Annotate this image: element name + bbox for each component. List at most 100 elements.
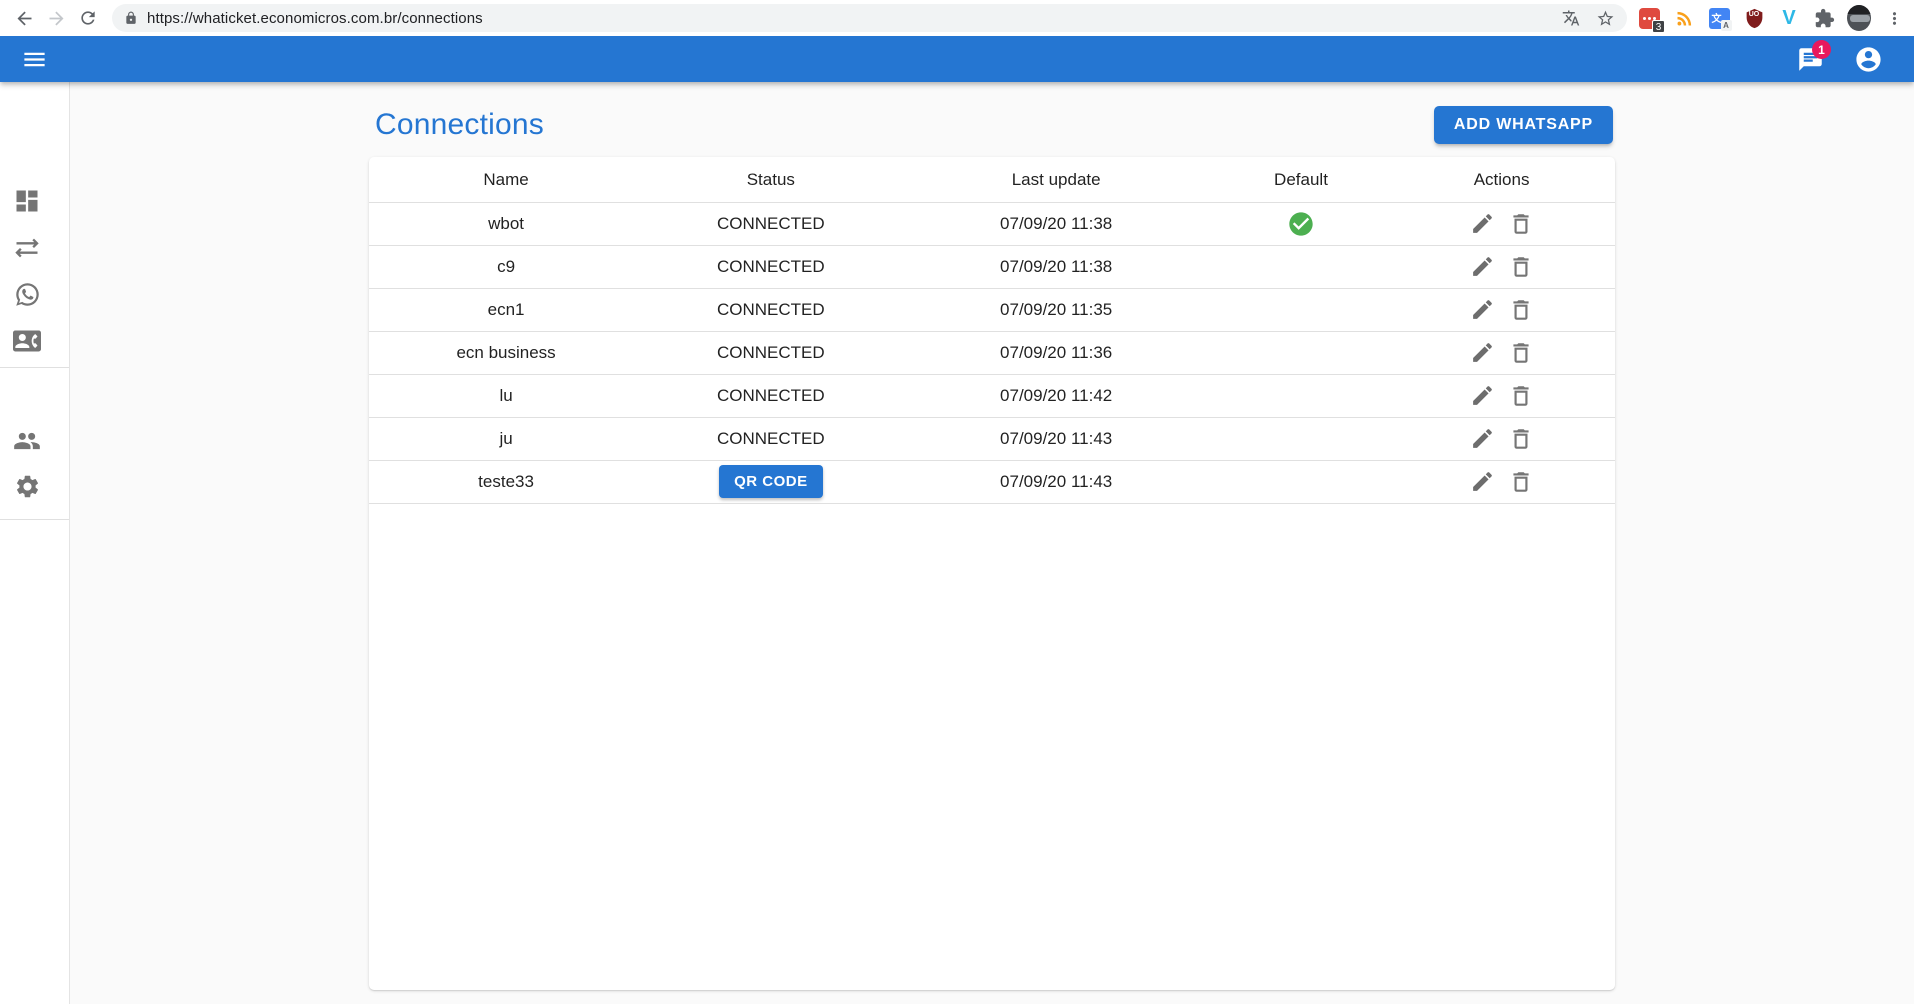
cell-status: CONNECTED bbox=[643, 331, 898, 374]
edit-connection-button[interactable] bbox=[1465, 422, 1499, 456]
table-row: lu CONNECTED 07/09/20 11:42 bbox=[369, 374, 1615, 417]
cell-last-update: 07/09/20 11:38 bbox=[899, 202, 1214, 245]
edit-connection-button[interactable] bbox=[1465, 207, 1499, 241]
table-row: wbot CONNECTED 07/09/20 11:38 bbox=[369, 202, 1615, 245]
cell-last-update: 07/09/20 11:42 bbox=[899, 374, 1214, 417]
kebab-menu-icon[interactable] bbox=[1882, 6, 1906, 30]
cell-default bbox=[1214, 288, 1388, 331]
column-header-last-update: Last update bbox=[899, 158, 1214, 202]
cell-default bbox=[1214, 331, 1388, 374]
column-header-name: Name bbox=[369, 158, 643, 202]
edit-connection-button[interactable] bbox=[1465, 250, 1499, 284]
cell-actions bbox=[1388, 245, 1615, 288]
sidebar-item-tickets[interactable] bbox=[12, 279, 42, 309]
edit-connection-button[interactable] bbox=[1465, 293, 1499, 327]
address-bar[interactable]: https://whaticket.economicros.com.br/con… bbox=[112, 4, 1627, 32]
sync-alt-icon bbox=[13, 234, 41, 262]
table-header-row: Name Status Last update Default Actions bbox=[369, 158, 1615, 202]
trash-icon bbox=[1508, 383, 1534, 409]
delete-connection-button[interactable] bbox=[1504, 422, 1538, 456]
cell-status: CONNECTED bbox=[643, 202, 898, 245]
menu-icon bbox=[21, 46, 48, 73]
cell-default bbox=[1214, 245, 1388, 288]
delete-connection-button[interactable] bbox=[1504, 465, 1538, 499]
delete-connection-button[interactable] bbox=[1504, 336, 1538, 370]
delete-connection-button[interactable] bbox=[1504, 379, 1538, 413]
extensions-strip: 3 文A UO V bbox=[1637, 6, 1914, 30]
url-text: https://whaticket.economicros.com.br/con… bbox=[147, 10, 483, 27]
red-dots-extension-icon[interactable]: 3 bbox=[1637, 6, 1661, 30]
cell-last-update: 07/09/20 11:36 bbox=[899, 331, 1214, 374]
status-text: CONNECTED bbox=[717, 214, 825, 233]
edit-connection-button[interactable] bbox=[1465, 336, 1499, 370]
cell-last-update: 07/09/20 11:43 bbox=[899, 460, 1214, 503]
table-row: ju CONNECTED 07/09/20 11:43 bbox=[369, 417, 1615, 460]
trash-icon bbox=[1508, 426, 1534, 452]
trash-icon bbox=[1508, 469, 1534, 495]
table-row: ecn business CONNECTED 07/09/20 11:36 bbox=[369, 331, 1615, 374]
cell-actions bbox=[1388, 460, 1615, 503]
pencil-icon bbox=[1470, 297, 1495, 322]
add-whatsapp-button[interactable]: ADD WHATSAPP bbox=[1434, 106, 1613, 144]
cell-status: CONNECTED bbox=[643, 245, 898, 288]
sidebar-item-contacts[interactable] bbox=[12, 326, 42, 356]
cell-default bbox=[1214, 202, 1388, 245]
edit-connection-button[interactable] bbox=[1465, 379, 1499, 413]
delete-connection-button[interactable] bbox=[1504, 250, 1538, 284]
browser-back-button[interactable] bbox=[8, 2, 40, 34]
browser-forward-button[interactable] bbox=[40, 2, 72, 34]
forward-arrow-icon bbox=[46, 8, 67, 29]
puzzle-extensions-icon[interactable] bbox=[1812, 6, 1836, 30]
delete-connection-button[interactable] bbox=[1504, 207, 1538, 241]
cell-status: CONNECTED bbox=[643, 417, 898, 460]
google-translate-extension-icon[interactable]: 文A bbox=[1707, 6, 1731, 30]
bookmark-star-icon[interactable] bbox=[1596, 9, 1615, 28]
hamburger-menu-button[interactable] bbox=[14, 39, 54, 79]
status-text: CONNECTED bbox=[717, 386, 825, 405]
whatsapp-icon bbox=[14, 281, 41, 308]
sidebar-item-settings[interactable] bbox=[12, 471, 42, 501]
cell-status: CONNECTED bbox=[643, 288, 898, 331]
cell-status: QR CODE bbox=[643, 460, 898, 503]
default-check-icon bbox=[1287, 210, 1315, 238]
app-bar: 1 bbox=[0, 36, 1914, 82]
sidebar-item-connections[interactable] bbox=[12, 233, 42, 263]
reload-icon bbox=[78, 8, 98, 28]
extension-count-badge: 3 bbox=[1652, 20, 1665, 33]
sidebar-item-dashboard[interactable] bbox=[12, 186, 42, 216]
sidebar-item-users[interactable] bbox=[12, 426, 42, 456]
account-button[interactable] bbox=[1848, 39, 1888, 79]
ublock-shield-extension-icon[interactable]: UO bbox=[1742, 6, 1766, 30]
status-text: CONNECTED bbox=[717, 257, 825, 276]
cell-last-update: 07/09/20 11:38 bbox=[899, 245, 1214, 288]
gear-icon bbox=[14, 473, 41, 500]
trash-icon bbox=[1508, 254, 1534, 280]
delete-connection-button[interactable] bbox=[1504, 293, 1538, 327]
table-row: ecn1 CONNECTED 07/09/20 11:35 bbox=[369, 288, 1615, 331]
rss-extension-icon[interactable] bbox=[1672, 6, 1696, 30]
edit-connection-button[interactable] bbox=[1465, 465, 1499, 499]
vimeo-extension-icon[interactable]: V bbox=[1777, 6, 1801, 30]
status-text: CONNECTED bbox=[717, 300, 825, 319]
column-header-default: Default bbox=[1214, 158, 1388, 202]
pencil-icon bbox=[1470, 469, 1495, 494]
profile-avatar[interactable] bbox=[1847, 6, 1871, 30]
notification-badge: 1 bbox=[1812, 40, 1831, 59]
main-content: Connections ADD WHATSAPP Name Status Las… bbox=[70, 82, 1914, 1004]
cell-name: teste33 bbox=[369, 460, 643, 503]
dashboard-icon bbox=[13, 187, 41, 215]
lock-icon bbox=[124, 11, 138, 25]
browser-reload-button[interactable] bbox=[72, 2, 104, 34]
pencil-icon bbox=[1470, 340, 1495, 365]
trash-icon bbox=[1508, 211, 1534, 237]
cell-last-update: 07/09/20 11:35 bbox=[899, 288, 1214, 331]
trash-icon bbox=[1508, 340, 1534, 366]
table-row: teste33 QR CODE 07/09/20 11:43 bbox=[369, 460, 1615, 503]
translate-page-icon[interactable] bbox=[1562, 9, 1580, 27]
account-circle-icon bbox=[1854, 45, 1883, 74]
cell-default bbox=[1214, 417, 1388, 460]
status-text: CONNECTED bbox=[717, 343, 825, 362]
notifications-chat-button[interactable]: 1 bbox=[1790, 39, 1830, 79]
qr-code-button[interactable]: QR CODE bbox=[719, 465, 823, 498]
cell-actions bbox=[1388, 331, 1615, 374]
